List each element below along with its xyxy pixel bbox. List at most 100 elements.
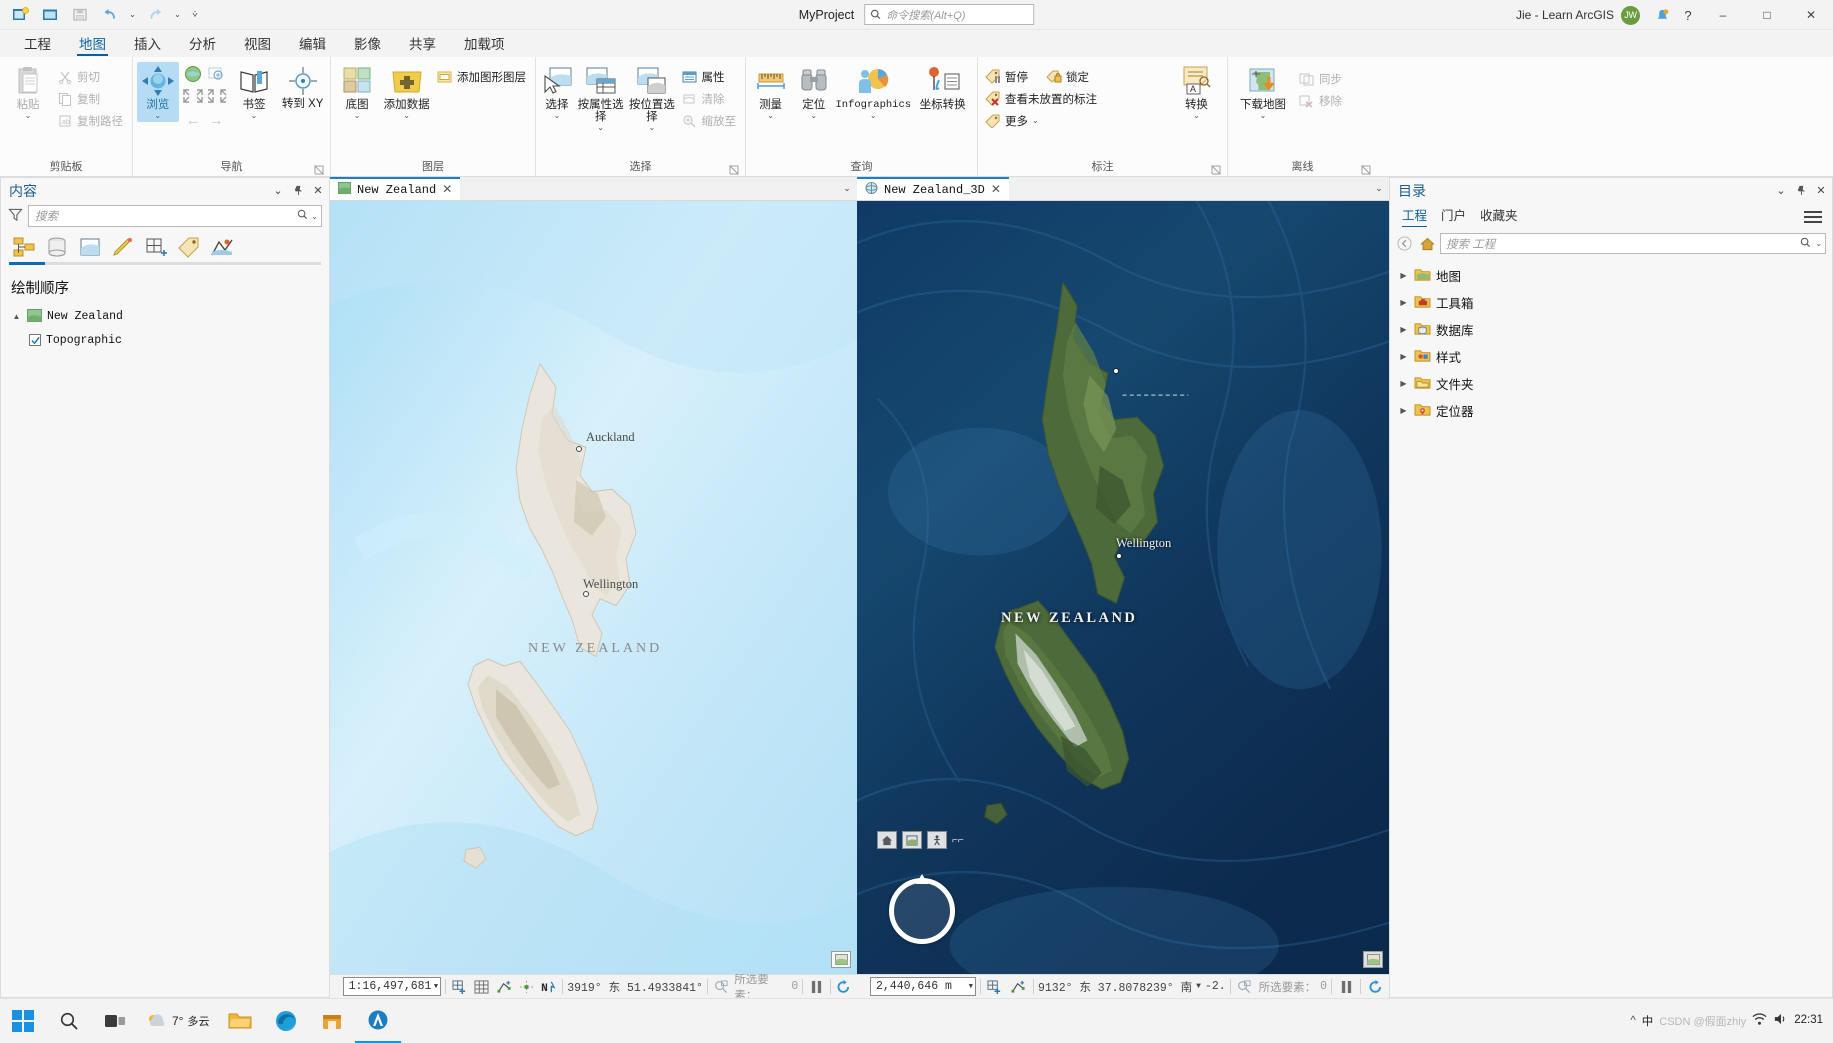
ribbon-tab-addins[interactable]: 加载项 bbox=[450, 31, 519, 57]
next-extent-icon[interactable]: → bbox=[209, 112, 224, 129]
select-by-location-button[interactable]: 按位置选择 ⌄ bbox=[627, 62, 676, 134]
add-to-map-icon[interactable] bbox=[450, 977, 468, 996]
network-icon[interactable] bbox=[1752, 1012, 1767, 1029]
map-canvas-3d[interactable]: Wellington NEW ZEALAND ⌐⌐ bbox=[857, 201, 1389, 974]
list-by-drawing-order-icon[interactable] bbox=[9, 233, 39, 261]
layer-visibility-checkbox[interactable] bbox=[29, 334, 41, 346]
fixed-zoom-in-icon[interactable] bbox=[206, 64, 226, 87]
chevron-down-icon[interactable]: ⌄ bbox=[1773, 183, 1789, 199]
fixed-zoom-out-icon[interactable] bbox=[182, 88, 204, 107]
close-icon[interactable]: ✕ bbox=[442, 182, 452, 197]
list-by-snapping-icon[interactable] bbox=[141, 233, 171, 261]
chevron-down-icon[interactable]: ⌄ bbox=[837, 177, 857, 200]
user-name[interactable]: Jie - Learn ArcGIS bbox=[1516, 8, 1614, 22]
chevron-right-icon[interactable]: ▶ bbox=[1398, 297, 1409, 308]
add-data-button[interactable]: 添加数据 ⌄ bbox=[381, 62, 432, 122]
download-map-dropdown-icon[interactable]: ⌄ bbox=[1260, 112, 1267, 120]
tree-row-map[interactable]: ▲ New Zealand bbox=[9, 304, 321, 328]
contents-search-input[interactable]: 搜索 ⌄ bbox=[28, 205, 322, 227]
ribbon-tab-share[interactable]: 共享 bbox=[395, 31, 450, 57]
more-labeling-dropdown-icon[interactable]: ⌄ bbox=[1032, 116, 1039, 125]
paste-button[interactable]: 粘贴 ⌄ bbox=[4, 62, 52, 122]
locate-dropdown-icon[interactable]: ⌄ bbox=[810, 112, 817, 120]
basemap-button[interactable]: 底图 ⌄ bbox=[335, 62, 379, 122]
add-to-map-icon-3d[interactable] bbox=[985, 977, 1005, 996]
map-canvas-2d[interactable]: Auckland Wellington NEW ZEALAND bbox=[330, 201, 857, 974]
customize-qat-icon[interactable]: ⩒ bbox=[186, 3, 204, 27]
offline-dialog-launcher-icon[interactable] bbox=[1360, 164, 1371, 176]
catalog-tab-favorites[interactable]: 收藏夹 bbox=[1480, 205, 1518, 227]
volume-icon[interactable] bbox=[1773, 1012, 1788, 1029]
help-icon[interactable]: ? bbox=[1675, 2, 1701, 28]
pin-icon[interactable] bbox=[290, 183, 306, 199]
add-graphics-layer-button[interactable]: 添加图形图层 bbox=[434, 66, 531, 87]
back-icon[interactable] bbox=[1394, 234, 1414, 254]
more-labeling-button[interactable]: 更多 ⌄ bbox=[982, 110, 1164, 131]
attributes-button[interactable]: 属性 bbox=[679, 66, 742, 87]
clock[interactable]: 22:31 bbox=[1794, 1014, 1823, 1027]
ribbon-tab-insert[interactable]: 插入 bbox=[120, 31, 175, 57]
arcgis-pro-icon[interactable] bbox=[355, 999, 402, 1043]
zoom-to-extent-icon[interactable] bbox=[206, 88, 228, 107]
catalog-tab-project[interactable]: 工程 bbox=[1402, 205, 1428, 227]
pin-icon[interactable] bbox=[1793, 183, 1809, 199]
home-icon[interactable] bbox=[1417, 234, 1437, 254]
notification-icon[interactable] bbox=[1649, 2, 1675, 28]
chevron-right-icon[interactable]: ▶ bbox=[1398, 270, 1409, 281]
store-icon[interactable] bbox=[309, 999, 355, 1043]
weather-widget[interactable]: 7° 多云 bbox=[138, 1012, 217, 1030]
bookmarks-button[interactable]: 书签 ⌄ bbox=[231, 62, 278, 122]
measure-button[interactable]: 测量 ⌄ bbox=[750, 62, 791, 122]
task-view-icon[interactable] bbox=[92, 999, 138, 1043]
locate-button[interactable]: 定位 ⌄ bbox=[793, 62, 834, 122]
chevron-down-icon[interactable]: ▼ bbox=[969, 983, 973, 991]
ribbon-tab-view[interactable]: 视图 bbox=[230, 31, 285, 57]
search-dropdown-icon[interactable]: ⌄ bbox=[1815, 239, 1822, 248]
labeling-dialog-launcher-icon[interactable] bbox=[1210, 164, 1221, 176]
select-dropdown-icon[interactable]: ⌄ bbox=[554, 112, 561, 120]
zoom-to-selection-status-icon-3d[interactable] bbox=[1235, 977, 1255, 996]
overview-map-button-3d[interactable] bbox=[1363, 951, 1383, 968]
hamburger-menu-icon[interactable] bbox=[1804, 209, 1822, 225]
save-project-icon[interactable] bbox=[66, 3, 94, 27]
catalog-item-locators[interactable]: ▶ 定位器 bbox=[1394, 397, 1828, 424]
close-icon[interactable]: ✕ bbox=[310, 183, 326, 199]
infographics-button[interactable]: Infographics ⌄ bbox=[835, 62, 911, 122]
list-by-selection-icon[interactable] bbox=[75, 233, 105, 261]
view-unplaced-labels-button[interactable]: 查看未放置的标注 bbox=[982, 88, 1164, 109]
search-icon[interactable] bbox=[297, 209, 308, 223]
convert-labels-button[interactable]: A 转换 ⌄ bbox=[1170, 62, 1223, 122]
scene-navigator-widget[interactable] bbox=[889, 878, 955, 944]
ribbon-tab-project[interactable]: 工程 bbox=[10, 31, 65, 57]
chevron-right-icon[interactable]: ▶ bbox=[1398, 351, 1409, 362]
go-to-xy-button[interactable]: 转到 XY bbox=[279, 62, 326, 112]
minimize-button[interactable]: – bbox=[1701, 0, 1745, 30]
select-by-location-dropdown-icon[interactable]: ⌄ bbox=[649, 124, 656, 132]
avatar[interactable]: JW bbox=[1621, 5, 1640, 25]
coordinate-format-dropdown-icon[interactable]: ▼ bbox=[1196, 982, 1201, 991]
previous-extent-icon[interactable]: ← bbox=[186, 112, 201, 129]
chevron-right-icon[interactable]: ▶ bbox=[1398, 324, 1409, 335]
explore-button[interactable]: 浏览 ⌄ bbox=[137, 62, 179, 122]
catalog-item-databases[interactable]: ▶ 数据库 bbox=[1394, 316, 1828, 343]
tab-new-zealand[interactable]: New Zealand ✕ bbox=[330, 177, 461, 200]
search-icon[interactable] bbox=[46, 999, 92, 1043]
navigate-dialog-launcher-icon[interactable] bbox=[313, 164, 324, 176]
redo-icon[interactable] bbox=[141, 3, 169, 27]
tab-new-zealand-3d[interactable]: New Zealand_3D ✕ bbox=[857, 177, 1009, 200]
add-data-dropdown-icon[interactable]: ⌄ bbox=[403, 112, 410, 120]
chevron-down-icon[interactable]: ▼ bbox=[434, 983, 438, 991]
north-arrow-icon[interactable]: N bbox=[540, 977, 558, 996]
ime-indicator[interactable]: 中 bbox=[1642, 1013, 1654, 1029]
pause-labeling-button[interactable]: 暂停 bbox=[982, 66, 1033, 87]
edge-icon[interactable] bbox=[263, 999, 309, 1043]
explore-dropdown-icon[interactable]: ⌄ bbox=[154, 112, 161, 120]
catalog-item-folders[interactable]: ▶ 文件夹 bbox=[1394, 370, 1828, 397]
search-icon[interactable] bbox=[1800, 237, 1811, 251]
catalog-item-maps[interactable]: ▶ 地图 bbox=[1394, 262, 1828, 289]
lock-labels-button[interactable]: 锁定 bbox=[1043, 66, 1094, 87]
paste-dropdown-icon[interactable]: ⌄ bbox=[25, 112, 32, 120]
bookmarks-dropdown-icon[interactable]: ⌄ bbox=[251, 112, 258, 120]
start-icon[interactable] bbox=[0, 999, 46, 1043]
file-explorer-icon[interactable] bbox=[217, 999, 263, 1043]
